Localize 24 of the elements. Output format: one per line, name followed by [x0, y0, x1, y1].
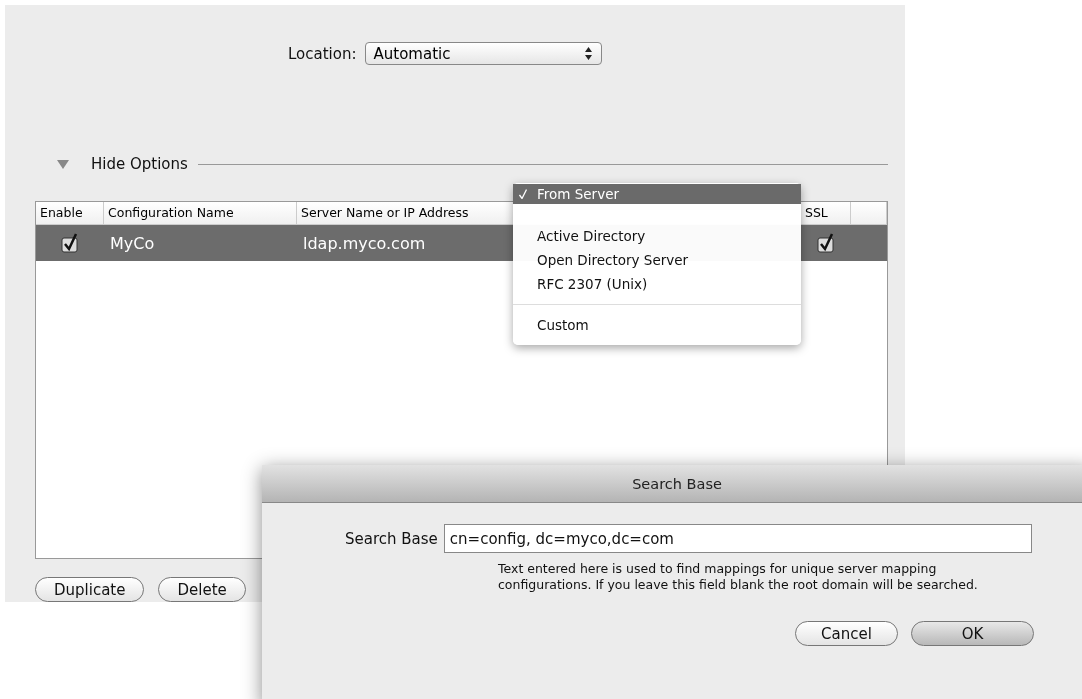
table-cell: ldap.myco.com: [303, 233, 426, 253]
dialog-button[interactable]: Cancel: [795, 621, 898, 646]
dialog-button[interactable]: OK: [911, 621, 1034, 646]
disclosure-triangle-icon[interactable]: [57, 159, 69, 169]
checkmark-icon: [519, 189, 527, 199]
column-header[interactable]: Configuration Name: [104, 202, 297, 224]
menu-item[interactable]: From Server: [513, 184, 801, 204]
search-base-field[interactable]: cn=config, dc=myco,dc=com: [443, 524, 1032, 553]
table-cell: MyCo: [110, 233, 155, 253]
checkbox[interactable]: [817, 233, 835, 253]
location-popup[interactable]: Automatic: [364, 42, 602, 65]
stepper-icon: [584, 47, 592, 60]
menu-item[interactable]: Custom: [513, 313, 801, 337]
hide-options-label[interactable]: Hide Options: [91, 155, 188, 173]
dialog-title: Search Base: [632, 475, 722, 492]
field-label: Search Base: [345, 529, 438, 548]
table-action-button[interactable]: Duplicate: [35, 577, 145, 602]
menu-item[interactable]: Active Directory: [513, 224, 801, 248]
help-text: Text entered here is used to find mappings for unique server mapping configurations. If you leave this field blank the root domain will be searched.: [498, 561, 979, 593]
table-action-button[interactable]: Delete: [158, 577, 246, 602]
location-label: Location:: [288, 44, 357, 63]
menu-item[interactable]: RFC 2307 (Unix): [513, 272, 801, 296]
checkbox[interactable]: [61, 233, 79, 253]
column-header[interactable]: Enable: [36, 202, 104, 224]
